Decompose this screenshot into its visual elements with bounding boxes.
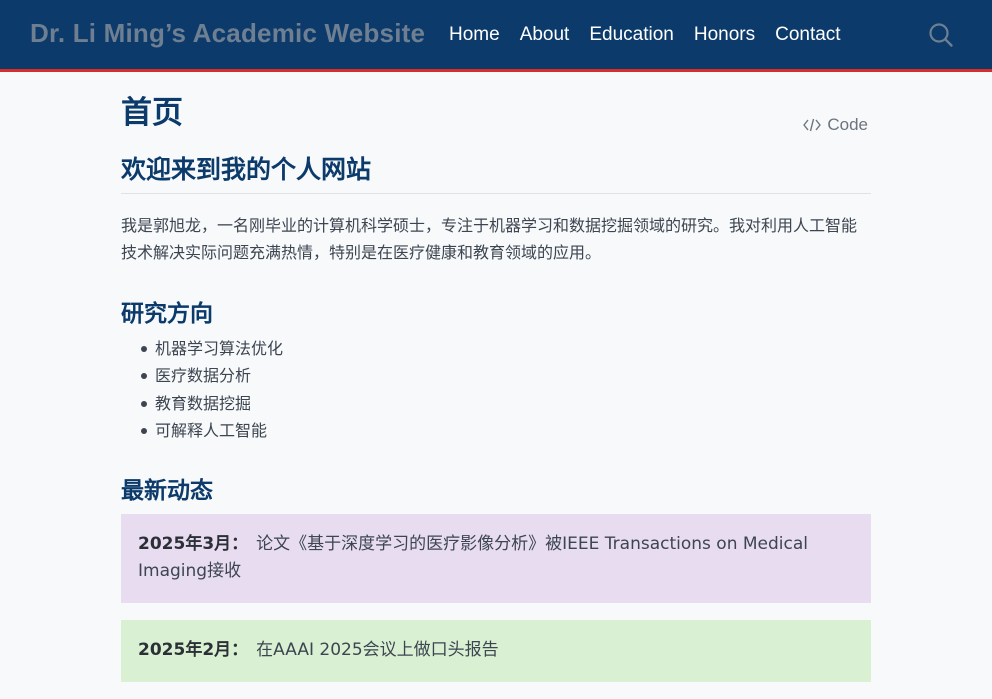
top-navbar: Dr. Li Ming’s Academic Website Home Abou… bbox=[0, 0, 992, 72]
nav-links: Home About Education Honors Contact bbox=[449, 0, 861, 69]
page-title: 首页 bbox=[121, 95, 183, 131]
intro-paragraph: 我是郭旭龙，一名刚毕业的计算机科学硕士，专注于机器学习和数据挖掘领域的研究。我对… bbox=[121, 215, 858, 262]
research-item: 可解释人工智能 bbox=[141, 417, 871, 445]
code-button[interactable]: Code bbox=[803, 115, 868, 135]
research-item: 医疗数据分析 bbox=[141, 362, 871, 390]
news-item: 2025年3月： 论文《基于深度学习的医疗影像分析》被IEEE Transacti… bbox=[121, 514, 871, 604]
nav-link-education[interactable]: Education bbox=[589, 24, 674, 46]
news-date: 2025年2月： bbox=[138, 640, 249, 661]
news-date: 2025年3月： bbox=[138, 534, 249, 555]
search-icon[interactable] bbox=[928, 22, 954, 48]
research-heading: 研究方向 bbox=[121, 300, 213, 327]
news-text: 在AAAI 2025会议上做口头报告 bbox=[256, 640, 499, 661]
research-item: 教育数据挖掘 bbox=[141, 390, 871, 418]
nav-link-about[interactable]: About bbox=[520, 24, 570, 46]
nav-link-honors[interactable]: Honors bbox=[694, 24, 755, 46]
welcome-heading: 欢迎来到我的个人网站 bbox=[121, 156, 871, 194]
page-header: 首页 Code bbox=[121, 72, 871, 156]
site-brand[interactable]: Dr. Li Ming’s Academic Website bbox=[30, 18, 425, 49]
nav-link-home[interactable]: Home bbox=[449, 24, 500, 46]
nav-link-contact[interactable]: Contact bbox=[775, 24, 840, 46]
news-item: 2025年2月： 在AAAI 2025会议上做口头报告 bbox=[121, 620, 871, 683]
code-button-label: Code bbox=[827, 115, 868, 134]
research-list: 机器学习算法优化 医疗数据分析 教育数据挖掘 可解释人工智能 bbox=[121, 335, 871, 445]
main-content: 首页 Code 欢迎来到我的个人网站 我是郭旭龙，一名刚毕业的计算机科学硕士，专… bbox=[121, 72, 871, 699]
code-icon bbox=[803, 118, 822, 132]
research-item: 机器学习算法优化 bbox=[141, 335, 871, 363]
news-heading: 最新动态 bbox=[121, 477, 213, 504]
